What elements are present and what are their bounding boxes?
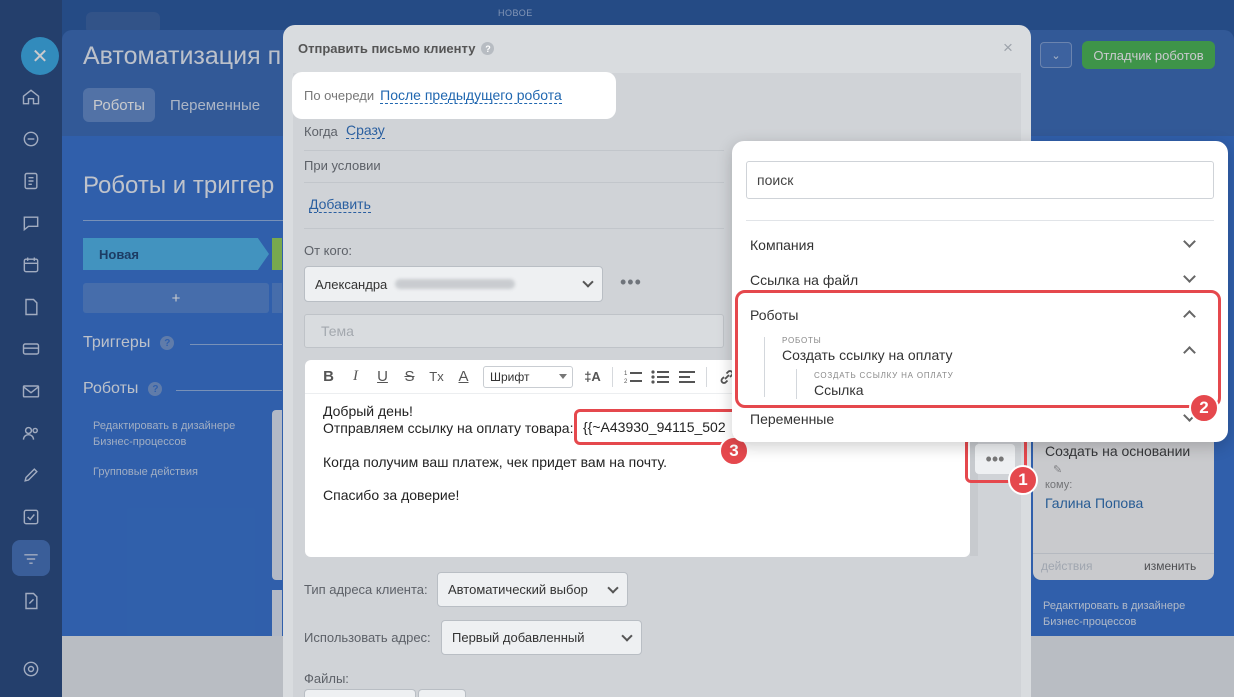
divider <box>304 150 724 151</box>
use-address-value: Первый добавленный <box>452 630 585 645</box>
body-line-thanks: Спасибо за доверие! <box>323 487 460 503</box>
text-color-button[interactable]: A <box>452 365 475 389</box>
body-line-link: Отправляем ссылку на оплату товара: <box>323 420 574 436</box>
numbered-list-icon[interactable]: 12 <box>621 365 644 389</box>
step-badge-1: 1 <box>1008 465 1038 495</box>
font-select[interactable]: Шрифт <box>483 365 573 388</box>
condition-label: При условии <box>304 158 381 173</box>
body-line-receipt: Когда получим ваш платеж, чек придет вам… <box>323 454 668 470</box>
use-address-select[interactable]: Первый добавленный <box>441 620 642 655</box>
when-value-link[interactable]: Сразу <box>346 123 385 139</box>
underline-button[interactable]: U <box>371 365 394 389</box>
font-select-value: Шрифт <box>490 369 530 384</box>
popup-search-input[interactable]: поиск <box>746 161 1214 199</box>
queue-value-link[interactable]: После предыдущего робота <box>380 87 562 104</box>
popup-item-file-link[interactable]: Ссылка на файл <box>750 272 858 288</box>
address-type-value: Автоматический выбор <box>448 582 588 597</box>
align-left-icon[interactable] <box>675 365 698 389</box>
toolbar-separator <box>612 366 613 387</box>
divider <box>304 182 724 183</box>
chevron-down-icon <box>582 276 594 288</box>
from-select[interactable]: Александра <box>304 266 603 302</box>
use-address-label: Использовать адрес: <box>304 630 431 645</box>
dialog-title: Отправить письмо клиенту ? <box>298 41 495 56</box>
insert-field-button[interactable]: ••• <box>975 444 1015 474</box>
body-line-greeting: Добрый день! <box>323 403 413 419</box>
close-icon[interactable]: × <box>1003 38 1013 58</box>
from-label: От кого: <box>304 243 353 258</box>
font-size-button[interactable]: ‡A <box>581 365 604 389</box>
chevron-down-icon <box>621 629 633 642</box>
bullet-list-icon[interactable] <box>648 365 671 389</box>
add-condition-link[interactable]: Добавить <box>309 197 371 213</box>
italic-button[interactable]: I <box>344 365 367 389</box>
divider <box>746 220 1214 221</box>
clear-format-button[interactable]: Tx <box>425 365 448 389</box>
files-add-button[interactable] <box>418 689 466 697</box>
help-icon[interactable]: ? <box>481 42 495 55</box>
subject-input[interactable]: Тема <box>304 314 724 348</box>
files-label: Файлы: <box>304 671 349 686</box>
files-select[interactable] <box>304 689 416 697</box>
address-type-label: Тип адреса клиента: <box>304 582 428 597</box>
bold-button[interactable]: B <box>317 365 340 389</box>
svg-text:2: 2 <box>624 379 628 385</box>
caret-down-icon <box>559 374 567 379</box>
dialog-title-text: Отправить письмо клиенту <box>298 41 476 56</box>
chevron-down-icon[interactable] <box>1183 235 1196 248</box>
chevron-down-icon[interactable] <box>1183 270 1196 283</box>
more-options-icon[interactable]: ••• <box>620 272 642 293</box>
from-value: Александра <box>315 276 388 292</box>
popup-item-variables[interactable]: Переменные <box>750 411 834 427</box>
blurred-email <box>395 279 516 289</box>
step-badge-2: 2 <box>1189 393 1219 423</box>
when-label: Когда <box>304 124 338 139</box>
address-type-select[interactable]: Автоматический выбор <box>437 572 628 607</box>
strikethrough-button[interactable]: S <box>398 365 421 389</box>
divider <box>304 228 724 229</box>
inserted-variable-highlight[interactable]: {{~A43930_94115_502 <box>574 409 738 445</box>
toolbar-separator <box>706 366 707 387</box>
queue-setting: По очереди После предыдущего робота <box>292 72 616 119</box>
queue-label: По очереди <box>304 88 375 103</box>
robots-group-highlight <box>735 290 1221 408</box>
svg-text:1: 1 <box>624 371 628 377</box>
popup-item-company[interactable]: Компания <box>750 237 814 253</box>
chevron-down-icon <box>607 581 619 594</box>
